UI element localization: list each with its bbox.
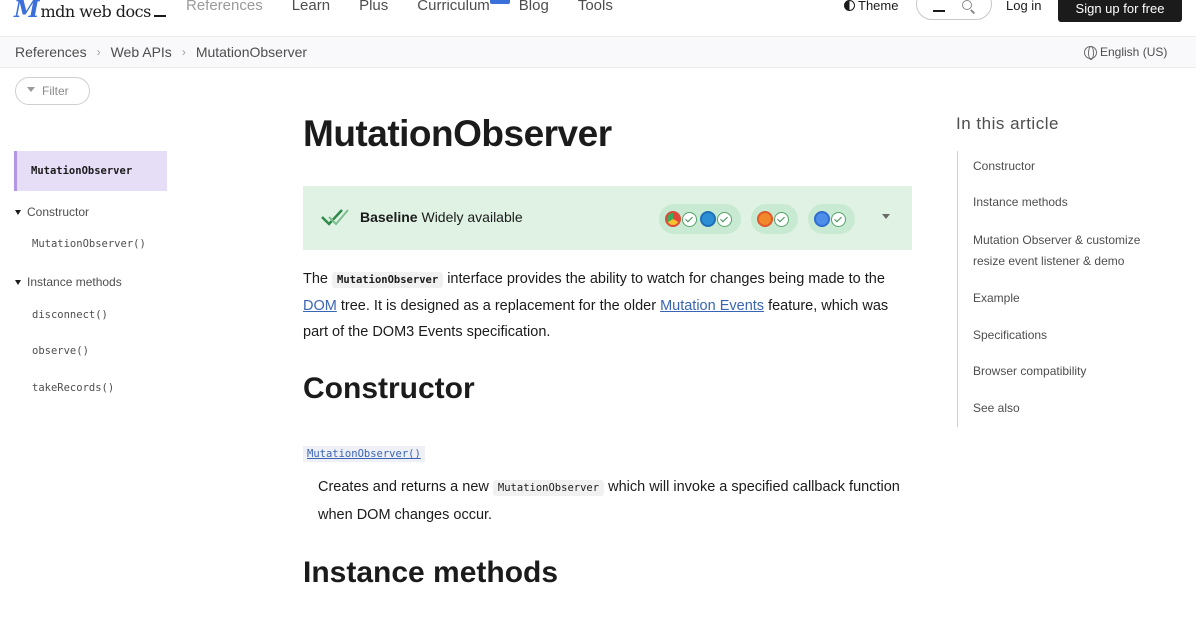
search-cursor xyxy=(933,10,945,12)
filter-icon xyxy=(27,87,35,95)
page-title: MutationObserver xyxy=(303,113,612,154)
dom-link[interactable]: DOM xyxy=(303,298,337,314)
toc-item-specifications[interactable]: Specifications xyxy=(973,325,1173,346)
edge-icon xyxy=(700,211,716,227)
breadcrumb-bar: References › Web APIs › MutationObserver… xyxy=(0,36,1196,68)
breadcrumb-web-apis[interactable]: Web APIs xyxy=(111,44,172,60)
description-text: Creates and returns a new xyxy=(318,479,493,495)
constructor-heading: Constructor xyxy=(303,372,475,405)
constructor-description: Creates and returns a new MutationObserv… xyxy=(318,474,918,529)
browser-group-firefox xyxy=(751,204,798,234)
logo-cursor xyxy=(153,15,166,17)
chevron-down-icon[interactable] xyxy=(882,214,890,219)
globe-icon xyxy=(1084,45,1097,60)
baseline-text: Baseline Widely available xyxy=(360,209,523,225)
logo-mark: M xyxy=(14,0,40,23)
intro-text: The xyxy=(303,271,333,287)
sidebar-filter-input[interactable]: Filter xyxy=(15,77,90,105)
toc-item-instance-methods[interactable]: Instance methods xyxy=(973,192,1173,213)
sidebar-item-observe[interactable]: observe() xyxy=(32,345,89,357)
search-input[interactable] xyxy=(916,0,992,20)
browser-group-safari xyxy=(808,204,855,234)
check-icon xyxy=(717,211,732,227)
filter-placeholder: Filter xyxy=(42,84,69,98)
constructor-link[interactable]: MutationObserver() xyxy=(303,446,425,462)
check-icon xyxy=(774,211,789,227)
intro-text: tree. It is designed as a replacement fo… xyxy=(336,298,661,314)
sidebar-item-constructor[interactable]: MutationObserver() xyxy=(32,238,146,250)
toc-item-resize-demo[interactable]: Mutation Observer & customize resize eve… xyxy=(973,230,1173,272)
baseline-status: Widely available xyxy=(421,209,523,225)
language-label: English (US) xyxy=(1100,45,1168,59)
sidebar-item-mutationobserver[interactable]: MutationObserver xyxy=(14,151,167,191)
sidebar-group-instance-methods[interactable]: Instance methods xyxy=(15,275,122,289)
safari-icon xyxy=(814,211,830,227)
toc-title: In this article xyxy=(956,114,1059,133)
sidebar-group-label: Constructor xyxy=(27,205,90,219)
browser-group-chromium xyxy=(659,204,741,234)
nav-tools[interactable]: Tools xyxy=(578,0,613,14)
breadcrumb: References › Web APIs › MutationObserver xyxy=(15,44,307,60)
logo-text: mdn web docs xyxy=(40,2,151,21)
baseline-banner[interactable]: Baseline Widely available xyxy=(303,186,912,250)
sidebar-item-takerecords[interactable]: takeRecords() xyxy=(32,382,114,394)
language-selector[interactable]: English (US) xyxy=(1084,45,1168,60)
theme-toggle[interactable]: Theme xyxy=(844,0,898,13)
chrome-icon xyxy=(665,211,681,227)
sidebar-item-label: MutationObserver xyxy=(31,165,133,177)
instance-methods-heading: Instance methods xyxy=(303,556,559,589)
nav-curriculum-label: Curriculum xyxy=(417,0,490,14)
triangle-down-icon xyxy=(15,279,21,285)
baseline-check-icon xyxy=(321,209,349,226)
search-icon[interactable] xyxy=(962,0,972,10)
main-nav: References Learn Plus Curriculum Blog To… xyxy=(186,0,642,14)
inline-code: MutationObserver xyxy=(492,480,605,496)
baseline-label: Baseline xyxy=(360,209,418,225)
inline-code: MutationObserver xyxy=(332,272,444,288)
breadcrumb-current[interactable]: MutationObserver xyxy=(196,44,307,60)
chevron-right-icon: › xyxy=(181,45,186,59)
nav-references[interactable]: References xyxy=(186,0,263,14)
intro-paragraph: The MutationObserver interface provides … xyxy=(303,266,913,345)
theme-label: Theme xyxy=(858,0,899,13)
sidebar-item-disconnect[interactable]: disconnect() xyxy=(32,309,108,321)
theme-icon xyxy=(844,0,855,11)
toc-item-constructor[interactable]: Constructor xyxy=(973,156,1173,177)
sidebar-group-label: Instance methods xyxy=(27,275,122,289)
nav-blog[interactable]: Blog xyxy=(519,0,549,14)
nav-curriculum[interactable]: Curriculum xyxy=(417,0,510,14)
login-link[interactable]: Log in xyxy=(1006,0,1041,13)
browser-support xyxy=(659,204,865,234)
check-icon xyxy=(831,211,846,227)
sidebar-group-constructor[interactable]: Constructor xyxy=(15,205,89,219)
firefox-icon xyxy=(757,211,773,227)
toc-item-browser-compat[interactable]: Browser compatibility xyxy=(973,361,1173,382)
chevron-right-icon: › xyxy=(96,45,101,59)
toc-item-see-also[interactable]: See also xyxy=(973,398,1173,419)
intro-text: interface provides the ability to watch … xyxy=(443,271,885,287)
signup-button[interactable]: Sign up for free xyxy=(1058,0,1182,22)
toc-item-example[interactable]: Example xyxy=(973,288,1173,309)
toc-divider xyxy=(957,151,958,427)
mdn-logo[interactable]: M mdn web docs xyxy=(14,0,166,23)
top-navigation: M mdn web docs References Learn Plus Cur… xyxy=(0,0,1196,24)
breadcrumb-references[interactable]: References xyxy=(15,44,87,60)
nav-plus[interactable]: Plus xyxy=(359,0,388,14)
triangle-down-icon xyxy=(15,209,21,215)
new-badge xyxy=(489,0,510,4)
mutation-events-link[interactable]: Mutation Events xyxy=(660,298,764,314)
check-icon xyxy=(682,211,697,227)
nav-learn[interactable]: Learn xyxy=(292,0,330,14)
